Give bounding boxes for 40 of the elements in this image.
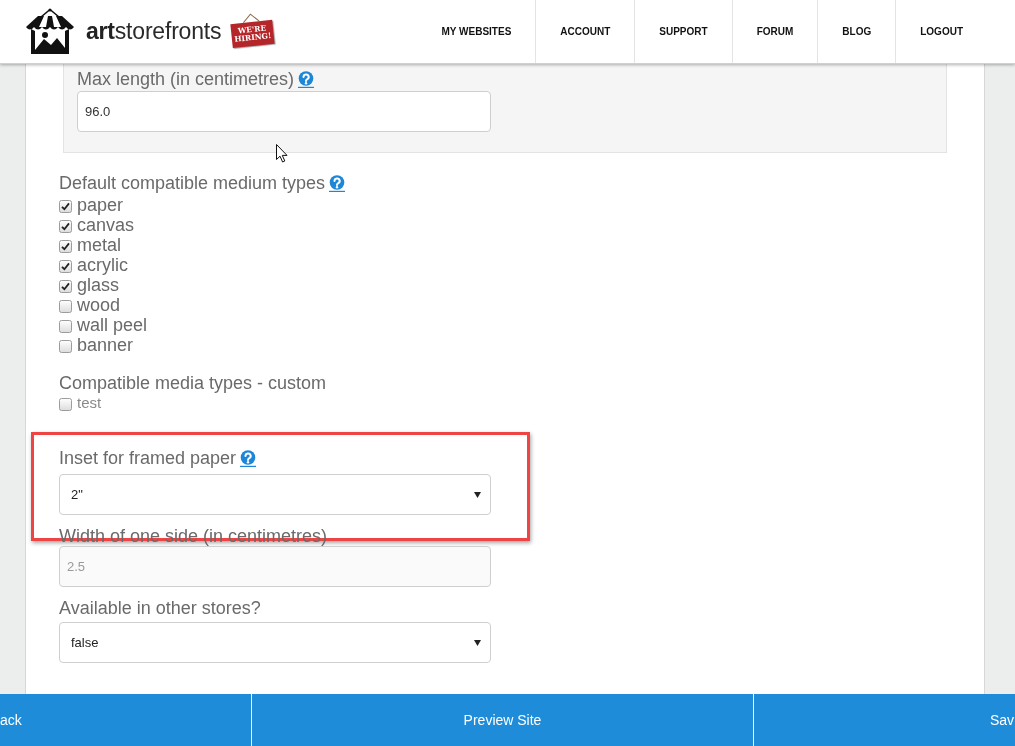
checkbox[interactable] xyxy=(59,280,72,293)
footer-button[interactable]: ack xyxy=(0,694,252,746)
checkbox[interactable] xyxy=(59,240,72,253)
checkbox[interactable] xyxy=(59,220,72,233)
field-label: Inset for framed paper xyxy=(59,448,237,468)
dropdown[interactable]: false xyxy=(59,622,491,663)
checkbox[interactable] xyxy=(59,398,72,411)
nav-link[interactable]: BLOG xyxy=(817,0,896,63)
checkbox[interactable] xyxy=(59,200,72,213)
checkbox[interactable] xyxy=(59,340,72,353)
checkbox-label[interactable]: metal xyxy=(77,235,121,255)
checkbox-label[interactable]: wall peel xyxy=(77,315,148,335)
checkbox[interactable] xyxy=(59,320,72,333)
help-icon[interactable] xyxy=(240,449,257,467)
field-label: Compatible media types - custom xyxy=(59,373,327,393)
checkbox-label[interactable]: test xyxy=(77,393,102,413)
logo-text: artstorefronts xyxy=(86,18,222,45)
nav-link[interactable]: ACCOUNT xyxy=(535,0,635,63)
help-icon[interactable] xyxy=(298,70,315,88)
help-icon[interactable] xyxy=(329,174,346,192)
field-label: Max length (in centimetres) xyxy=(77,69,295,89)
checkbox-label[interactable]: glass xyxy=(77,275,120,295)
nav-link[interactable]: MY WEBSITES xyxy=(417,0,536,63)
dropdown[interactable]: 2" xyxy=(59,474,491,515)
nav-link[interactable]: FORUM xyxy=(731,0,818,63)
storefront-logo-icon[interactable] xyxy=(24,7,76,56)
field-label: Available in other stores? xyxy=(59,598,261,618)
checkbox-label[interactable]: acrylic xyxy=(77,255,128,275)
input-field[interactable]: 96.0 xyxy=(77,91,491,132)
nav-link[interactable]: LOGOUT xyxy=(895,0,987,63)
checkbox-label[interactable]: paper xyxy=(77,195,124,215)
caret-down-icon xyxy=(474,491,481,498)
checkbox-label[interactable]: wood xyxy=(77,295,121,315)
checkbox[interactable] xyxy=(59,260,72,273)
caret-down-icon xyxy=(474,639,481,646)
nav-link[interactable]: SUPPORT xyxy=(634,0,732,63)
field-label: Default compatible medium types xyxy=(59,173,326,193)
checkbox-label[interactable]: banner xyxy=(77,335,134,355)
checkbox[interactable] xyxy=(59,300,72,313)
checkbox-label[interactable]: canvas xyxy=(77,215,135,235)
